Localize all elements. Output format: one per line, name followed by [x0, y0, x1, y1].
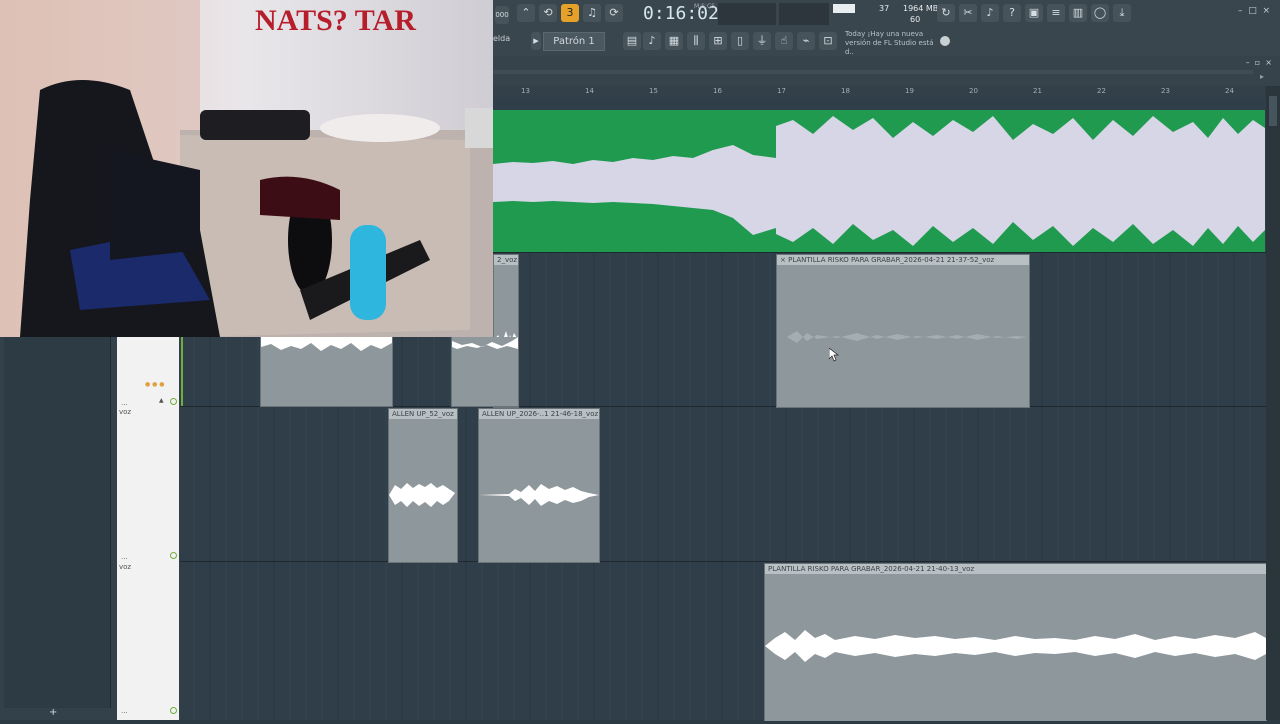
chat-icon[interactable]: ◯	[1091, 4, 1109, 22]
track-name[interactable]: voz	[119, 408, 131, 416]
notice-day: Today	[845, 30, 866, 38]
audio-clip-allen-1[interactable]: ALLEN UP_52_voz	[388, 408, 458, 563]
clip-title: ALLEN UP_52_voz	[389, 409, 457, 419]
audio-clip-plantilla-2[interactable]: PLANTILLA RISKO PARA GRABAR_2026-04-21 2…	[764, 563, 1267, 721]
mixer-icon[interactable]: ≡	[1047, 4, 1065, 22]
waveform	[765, 630, 1266, 662]
webcam-overlay: NATS? TAR	[0, 0, 493, 337]
bar-number: 20	[969, 87, 978, 95]
snap-label[interactable]: elda	[493, 34, 510, 43]
hint-panel	[718, 3, 776, 25]
browser-panel[interactable]	[4, 337, 111, 708]
waveform	[493, 110, 1265, 252]
mouse-cursor	[828, 347, 840, 366]
pattern-selector[interactable]: Patrón 1	[543, 32, 605, 51]
download-icon[interactable]: ⤓	[1113, 4, 1131, 22]
loop-record-icon[interactable]: ⟳	[605, 4, 623, 22]
clip-title: × PLANTILLA RISKO PARA GRABAR_2026-04-21…	[777, 255, 1029, 265]
clip-title: 2_voz	[494, 255, 518, 265]
horizontal-scrollbar[interactable]	[493, 70, 1253, 74]
track-header-column[interactable]: ● ● ● ▲ ... voz ... voz ...	[117, 337, 179, 720]
scroll-arrow-icon[interactable]: ▸	[1260, 72, 1264, 81]
bar-number: 21	[1033, 87, 1042, 95]
main-toolbar: 000 ⌃ ⟲ 3 ♫ ⟳ 0:16:02 M:S:CS 37 1964 MB …	[493, 0, 1280, 57]
polyphony-value: 60	[910, 15, 921, 24]
bar-number: 24	[1225, 87, 1234, 95]
step-edit-icon[interactable]: ♫	[583, 4, 601, 22]
vertical-scrollbar[interactable]	[1266, 86, 1280, 720]
scroll-thumb[interactable]	[1269, 96, 1277, 126]
playlist-header: – ▫ × ▸	[493, 56, 1280, 86]
track-led[interactable]	[170, 707, 177, 714]
bar-number: 15	[649, 87, 658, 95]
piano-roll-icon[interactable]: ♪	[643, 32, 661, 50]
channel-rack-icon[interactable]: ▦	[665, 32, 683, 50]
wall-text: NATS? TAR	[255, 4, 416, 37]
plug-icon[interactable]: ⏚	[753, 32, 771, 50]
notice-globe-icon[interactable]	[940, 36, 950, 46]
track-selection-marker	[181, 337, 183, 406]
pattern-arrow-icon[interactable]: ▸	[531, 32, 541, 50]
track-controls-icon[interactable]: ● ● ●	[145, 381, 165, 388]
save-icon[interactable]: ▣	[1025, 4, 1043, 22]
track-dots: ...	[121, 399, 128, 407]
news-notice[interactable]: Today ¡Hay una nueva versión de FL Studi…	[845, 30, 940, 57]
audio-clip[interactable]	[451, 337, 519, 407]
waveform	[787, 331, 1027, 343]
audio-clip-master[interactable]	[493, 110, 1265, 252]
track-name[interactable]: voz	[119, 563, 131, 571]
track-top-gap	[493, 97, 1265, 110]
track-led[interactable]	[170, 398, 177, 405]
browser-icon[interactable]: ⊞	[709, 32, 727, 50]
oscilloscope-panel	[779, 3, 829, 25]
record-tool-icon[interactable]: ⌁	[797, 32, 815, 50]
webcam-image: NATS? TAR	[0, 0, 493, 337]
cut-icon[interactable]: ✂	[959, 4, 977, 22]
audio-clip[interactable]	[260, 337, 393, 407]
bar-number: 16	[713, 87, 722, 95]
waveform	[389, 483, 455, 507]
wait-record-icon[interactable]: ⟲	[539, 4, 557, 22]
time-unit-label: M:S:CS	[694, 3, 716, 10]
clip-title-text: PLANTILLA RISKO PARA GRABAR_2026-04-21 2…	[788, 256, 995, 264]
playlist-icon[interactable]: ▤	[623, 32, 641, 50]
bar-number: 18	[841, 87, 850, 95]
track-arrow-icon[interactable]: ▲	[159, 397, 164, 404]
bar-number: 23	[1161, 87, 1170, 95]
audio-clip-plantilla-1[interactable]: × PLANTILLA RISKO PARA GRABAR_2026-04-21…	[776, 254, 1030, 408]
track-separator	[180, 561, 1266, 562]
clipboard-icon[interactable]: ▯	[731, 32, 749, 50]
bar-number: 13	[521, 87, 530, 95]
plugin-icon[interactable]: ▥	[1069, 4, 1087, 22]
microphone-icon[interactable]: ♪	[981, 4, 999, 22]
clip-title: PLANTILLA RISKO PARA GRABAR_2026-04-21 2…	[765, 564, 1266, 574]
playlist-window-controls[interactable]: – ▫ ×	[1246, 58, 1272, 67]
cart-icon[interactable]: ⊡	[819, 32, 837, 50]
bar-number: 22	[1097, 87, 1106, 95]
countdown-icon[interactable]: 3	[561, 4, 579, 22]
metronome-icon[interactable]: ⌃	[517, 4, 535, 22]
bar-number: 19	[905, 87, 914, 95]
clip-title: ALLEN UP_2026-..1 21-46-18_voz	[479, 409, 599, 419]
waveform	[479, 484, 599, 506]
track-dots: ...	[121, 707, 128, 715]
add-track-button[interactable]: +	[49, 707, 57, 718]
cpu-meter-bar	[833, 4, 855, 13]
mixer-view-icon[interactable]: ⫼	[687, 32, 705, 50]
refresh-icon[interactable]: ↻	[937, 4, 955, 22]
touch-icon[interactable]: ☝	[775, 32, 793, 50]
waveform	[261, 337, 392, 351]
track-led[interactable]	[170, 552, 177, 559]
bar-number: 14	[585, 87, 594, 95]
mode-button[interactable]: 000	[495, 6, 509, 24]
help-icon[interactable]: ?	[1003, 4, 1021, 22]
track-dots: ...	[121, 553, 128, 561]
bar-number: 17	[777, 87, 786, 95]
cpu-value: 37	[879, 4, 890, 13]
window-controls[interactable]: – □ ×	[1238, 6, 1270, 16]
memory-value: 1964 MB	[903, 4, 939, 13]
waveform	[452, 337, 518, 349]
audio-clip-allen-2[interactable]: ALLEN UP_2026-..1 21-46-18_voz	[478, 408, 600, 563]
timeline-ruler[interactable]: 13 14 15 16 17 18 19 20 21 22 23 24	[493, 86, 1265, 97]
